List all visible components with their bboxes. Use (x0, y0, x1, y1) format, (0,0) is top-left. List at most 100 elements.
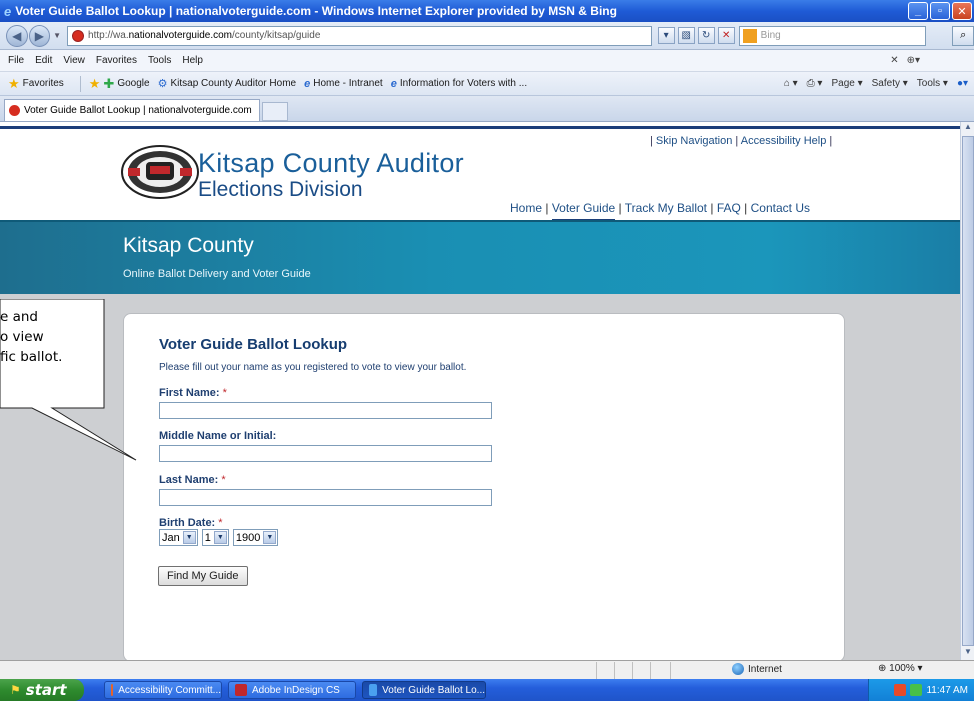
nav-contact-us[interactable]: Contact Us (751, 201, 810, 215)
site-favicon-icon (72, 29, 85, 42)
stop-button[interactable]: ✕ (717, 27, 735, 44)
accessibility-help-link[interactable]: Accessibility Help (741, 135, 827, 147)
window-title: Voter Guide Ballot Lookup | nationalvote… (15, 4, 617, 18)
url-domain: nationalvoterguide.com (128, 30, 232, 41)
ie-logo-icon: e (4, 3, 12, 19)
vertical-scrollbar[interactable]: ▲ ▼ (960, 122, 974, 660)
zoom-level[interactable]: ⊕ 100% ▾ (878, 663, 923, 674)
fav-link-intranet[interactable]: e Home - Intranet (304, 78, 383, 90)
menu-help[interactable]: Help (182, 55, 203, 66)
close-toolbar-icon[interactable]: ✕ (890, 55, 898, 66)
print-icon[interactable]: ⎙ ▾ (807, 78, 823, 89)
recent-pages-dropdown[interactable]: ▼ (53, 31, 61, 40)
zone-label: Internet (748, 663, 782, 675)
fav-link-label: Kitsap County Auditor Home (170, 78, 297, 89)
header-rule (0, 126, 960, 129)
globe-icon (732, 663, 744, 675)
tab-strip: Voter Guide Ballot Lookup | nationalvote… (0, 96, 974, 122)
search-placeholder: Bing (760, 30, 781, 41)
page-menu[interactable]: Page ▾ (831, 78, 862, 89)
callout-line: o view (0, 329, 44, 345)
search-button[interactable]: ⌕ (952, 25, 974, 46)
nav-home[interactable]: Home (510, 201, 542, 215)
menu-edit[interactable]: Edit (35, 55, 52, 66)
status-panel (650, 661, 670, 679)
translate-icon[interactable]: ⊕▾ (907, 55, 920, 66)
tab-voter-guide[interactable]: Voter Guide Ballot Lookup | nationalvote… (4, 99, 260, 121)
start-label: start (25, 681, 67, 699)
start-button[interactable]: ⚑ start (0, 679, 84, 701)
status-panel (670, 661, 690, 679)
taskbar-item-accessibility[interactable]: Accessibility Committ... (104, 681, 222, 699)
tab-label: Voter Guide Ballot Lookup | nationalvote… (24, 105, 252, 116)
address-input[interactable]: http://wa. nationalvoterguide.com/county/… (67, 25, 652, 46)
status-panel (632, 661, 650, 679)
url-path: /county/kitsap/guide (232, 30, 321, 41)
menu-tools[interactable]: Tools (148, 55, 171, 66)
scroll-up-icon[interactable]: ▲ (961, 122, 974, 135)
banner-title: Kitsap County (123, 234, 254, 257)
ie-icon (369, 684, 378, 696)
fav-link-voters-info[interactable]: e Information for Voters with ... (391, 78, 527, 90)
task-label: Voter Guide Ballot Lo... (382, 684, 485, 696)
address-toolbar: ◀ ▶ ▼ http://wa. nationalvoterguide.com/c… (0, 22, 974, 50)
web-slice-icon: ✚ (103, 75, 115, 91)
taskbar-item-indesign[interactable]: Adobe InDesign CS (228, 681, 356, 699)
skip-navigation-link[interactable]: Skip Navigation (656, 135, 732, 147)
close-button[interactable]: ✕ (952, 2, 972, 20)
new-tab-button[interactable] (262, 102, 288, 121)
taskbar-item-voter-guide[interactable]: Voter Guide Ballot Lo... (362, 681, 486, 699)
zoom-value: 100% (889, 663, 915, 674)
utility-links: | Skip Navigation | Accessibility Help | (650, 135, 833, 147)
fav-link-kitsap-auditor[interactable]: ⚙ Kitsap County Auditor Home (158, 77, 297, 90)
windows-taskbar: ⚑ start Accessibility Committ... Adobe I… (0, 679, 974, 701)
task-label: Adobe InDesign CS (252, 684, 340, 696)
county-banner: Kitsap County Online Ballot Delivery and… (0, 220, 960, 294)
system-tray: 11:47 AM (868, 679, 974, 701)
menu-favorites[interactable]: Favorites (96, 55, 137, 66)
tray-network-icon[interactable] (910, 684, 923, 696)
help-icon[interactable]: ●▾ (957, 78, 968, 89)
web-page: Kitsap County Auditor Elections Division… (0, 122, 960, 660)
fav-link-label: Information for Voters with ... (399, 78, 528, 89)
minimize-button[interactable]: _ (908, 2, 928, 20)
safety-menu[interactable]: Safety ▾ (872, 78, 908, 89)
menu-view[interactable]: View (63, 55, 85, 66)
callout-line: fic ballot. (0, 349, 63, 365)
status-panel (596, 661, 614, 679)
back-button[interactable]: ◀ (6, 24, 28, 47)
status-panel (614, 661, 632, 679)
tools-menu[interactable]: Tools ▾ (917, 78, 948, 89)
indesign-icon (235, 684, 247, 696)
fav-link-google[interactable]: ✚ Google (103, 76, 149, 92)
banner-subtitle: Online Ballot Delivery and Voter Guide (123, 268, 311, 280)
window-title-bar[interactable]: e Voter Guide Ballot Lookup | nationalvo… (0, 0, 974, 22)
favorites-label: Favorites (22, 78, 64, 89)
compatibility-view-icon[interactable]: ▧ (677, 27, 695, 44)
nav-faq[interactable]: FAQ (717, 201, 741, 215)
bing-logo-icon (742, 28, 757, 43)
app-icon (111, 684, 114, 696)
security-zone[interactable]: Internet (732, 663, 782, 675)
tray-app-icon[interactable] (894, 684, 907, 696)
url-prefix: http://wa. (88, 30, 129, 41)
maximize-button[interactable]: ▫ (930, 2, 950, 20)
forward-button[interactable]: ▶ (28, 24, 51, 47)
favorites-bar: ★ Favorites ★ ✚ Google ⚙ Kitsap County A… (0, 72, 974, 96)
scrollbar-thumb[interactable] (962, 136, 974, 646)
refresh-button[interactable]: ↻ (697, 27, 715, 44)
scroll-down-icon[interactable]: ▼ (961, 647, 974, 660)
ie-page-icon: e (390, 77, 397, 90)
nav-voter-guide[interactable]: Voter Guide (551, 201, 616, 221)
add-favorite-icon[interactable]: ★ (89, 76, 101, 92)
nav-track-my-ballot[interactable]: Track My Ballot (625, 201, 707, 215)
home-icon[interactable]: ⌂ ▾ (784, 78, 798, 89)
menu-file[interactable]: File (8, 55, 24, 66)
address-dropdown-button[interactable]: ▾ (657, 27, 675, 44)
search-input[interactable]: Bing (738, 25, 927, 46)
fav-link-label: Home - Intranet (313, 78, 383, 89)
clock[interactable]: 11:47 AM (926, 685, 968, 696)
menu-bar: File Edit View Favorites Tools Help ✕ ⊕▾ (0, 50, 974, 72)
favorites-button[interactable]: ★ Favorites (8, 76, 64, 92)
kitsap-county-seal-logo[interactable] (120, 144, 200, 200)
